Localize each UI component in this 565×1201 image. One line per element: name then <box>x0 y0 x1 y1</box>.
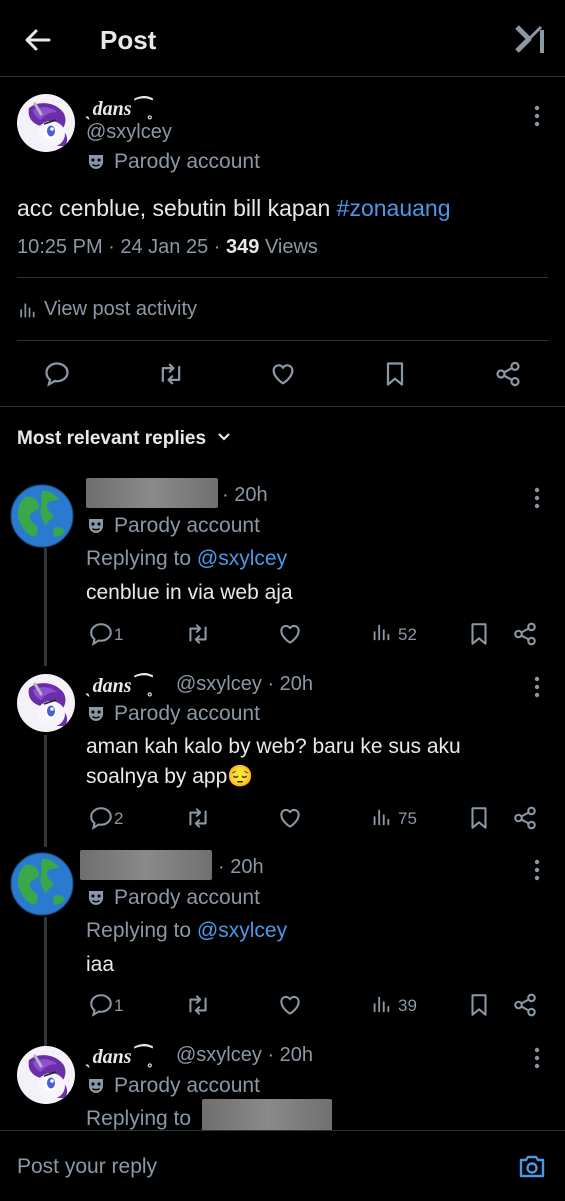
reply-icon[interactable] <box>88 621 114 647</box>
reply-count: 2 <box>114 809 124 828</box>
top-app-bar <box>0 0 565 77</box>
share-icon[interactable] <box>494 360 522 388</box>
reply-avatar[interactable] <box>10 852 74 916</box>
page-title: Post <box>100 25 157 55</box>
parody-badge: Parody account <box>88 886 260 910</box>
display-name-deco-right: ⁀˳ <box>131 675 155 697</box>
reply-more-icon[interactable] <box>534 1047 540 1069</box>
author-handle[interactable]: @sxylcey <box>86 121 172 144</box>
view-count: 75 <box>398 809 417 828</box>
replying-to: Replying to <box>86 1107 192 1130</box>
activity-chart-icon <box>17 300 37 320</box>
reply-icon[interactable] <box>88 992 114 1018</box>
share-icon[interactable] <box>512 621 538 647</box>
reply-avatar[interactable] <box>10 484 74 548</box>
reply-more-icon[interactable] <box>534 487 540 509</box>
post-text: acc cenblue, sebutin bill kapan #zonauan… <box>17 195 451 221</box>
reply-avatar[interactable] <box>17 674 75 732</box>
parody-badge: Parody account <box>88 702 260 726</box>
divider <box>17 277 548 278</box>
repost-icon[interactable] <box>185 805 211 831</box>
back-arrow-icon[interactable] <box>22 24 54 56</box>
display-name-deco-right: ⁀˳ <box>131 1046 155 1068</box>
thread-line <box>44 546 47 666</box>
reply-handle[interactable]: @sxylcey · 20h <box>176 673 313 696</box>
parody-badge: Parody account <box>88 1074 260 1098</box>
replies-sort-dropdown[interactable]: Most relevant replies <box>17 428 231 450</box>
like-icon[interactable] <box>277 805 303 831</box>
reply-count: 1 <box>114 996 124 1015</box>
reply-text-line-2: soalnya by app😔 <box>86 765 254 788</box>
bookmark-icon[interactable] <box>466 621 492 647</box>
reply-icon[interactable] <box>43 360 71 388</box>
views-icon[interactable] <box>370 806 392 828</box>
display-name-deco-right: ⁀˳ <box>131 98 155 120</box>
redacted-name <box>86 478 218 508</box>
reply-handle[interactable]: @sxylcey · 20h <box>176 1044 313 1067</box>
view-count: 349 <box>226 236 260 258</box>
post-more-icon[interactable] <box>534 105 540 127</box>
reply-more-icon[interactable] <box>534 676 540 698</box>
view-count: 52 <box>398 625 417 644</box>
display-name-deco-left: ˎ <box>86 98 93 120</box>
replying-to: Replying to @sxylcey <box>86 547 288 570</box>
repost-icon[interactable] <box>157 360 185 388</box>
reply-icon[interactable] <box>88 805 114 831</box>
reply-display-name[interactable]: ˎdans⁀˳ <box>86 673 154 698</box>
share-icon[interactable] <box>512 992 538 1018</box>
views-icon[interactable] <box>370 621 392 643</box>
x-logo-icon[interactable] <box>514 24 550 54</box>
bookmark-icon[interactable] <box>466 992 492 1018</box>
post-meta: 10:25 PM · 24 Jan 25 · 349 Views <box>17 236 318 258</box>
share-icon[interactable] <box>512 805 538 831</box>
view-count: 39 <box>398 996 417 1015</box>
author-avatar[interactable] <box>17 94 75 152</box>
view-post-activity-link[interactable]: View post activity <box>44 298 197 321</box>
reply-more-icon[interactable] <box>534 859 540 881</box>
reply-avatar[interactable] <box>17 1046 75 1104</box>
bookmark-icon[interactable] <box>381 360 409 388</box>
divider <box>0 406 565 407</box>
hashtag-link[interactable]: #zonauang <box>337 195 451 221</box>
reply-text: iaa <box>86 953 115 976</box>
redacted-name <box>80 850 212 880</box>
bookmark-icon[interactable] <box>466 805 492 831</box>
like-icon[interactable] <box>277 992 303 1018</box>
reply-time: · 20h <box>222 484 268 506</box>
views-icon[interactable] <box>370 993 392 1015</box>
parody-mask-icon <box>88 706 104 722</box>
reply-input[interactable]: Post your reply <box>17 1155 157 1179</box>
reply-text-line-1: aman kah kalo by web? baru ke sus aku <box>86 735 461 758</box>
thread-line <box>44 735 47 847</box>
parody-badge: Parody account <box>88 514 260 538</box>
like-icon[interactable] <box>277 621 303 647</box>
replying-handle-link[interactable]: @sxylcey <box>197 919 287 942</box>
reply-time: · 20h <box>218 856 264 878</box>
display-name-deco-left: ˎ <box>86 1046 93 1068</box>
parody-mask-icon <box>88 154 104 170</box>
divider <box>17 340 548 341</box>
reply-display-name[interactable]: ˎdans⁀˳ <box>86 1044 154 1069</box>
parody-mask-icon <box>88 890 104 906</box>
redacted-handle <box>202 1099 332 1133</box>
thread-line <box>44 917 47 1047</box>
repost-icon[interactable] <box>185 992 211 1018</box>
reply-count: 1 <box>114 625 124 644</box>
parody-badge: Parody account <box>88 150 260 174</box>
parody-mask-icon <box>88 1078 104 1094</box>
replying-handle-link[interactable]: @sxylcey <box>197 547 287 570</box>
display-name-deco-left: ˎ <box>86 675 93 697</box>
camera-icon[interactable] <box>518 1153 546 1179</box>
chevron-down-icon <box>218 433 231 441</box>
like-icon[interactable] <box>269 360 297 388</box>
replying-to: Replying to @sxylcey <box>86 919 288 942</box>
parody-mask-icon <box>88 518 104 534</box>
reply-text: cenblue in via web aja <box>86 581 293 604</box>
author-display-name[interactable]: ˎdans⁀˳ <box>86 96 154 121</box>
repost-icon[interactable] <box>185 621 211 647</box>
